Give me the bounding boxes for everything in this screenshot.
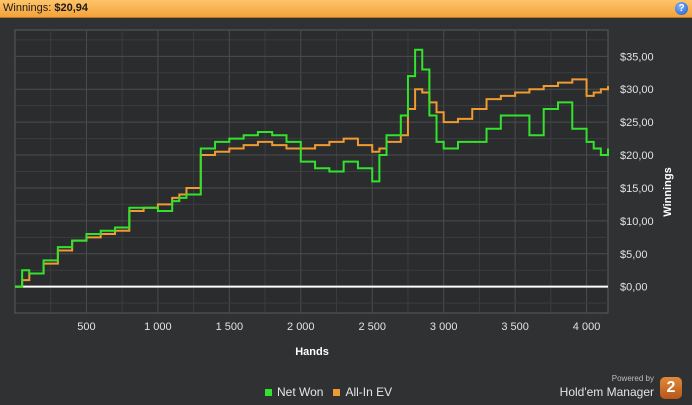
- y-axis-title: Winnings: [662, 167, 674, 216]
- y-tick-label: $15,00: [620, 183, 654, 195]
- x-tick-label: 3 000: [430, 321, 458, 333]
- winnings-value: $20,94: [54, 2, 89, 14]
- x-tick-label: 3 500: [501, 321, 529, 333]
- x-axis-title: Hands: [295, 346, 329, 358]
- winnings-chart: 500 1 000 1 500 2 000 2 500 3 000 3 500 4 000 $…: [14, 29, 674, 358]
- y-tick-label: $25,00: [620, 117, 654, 129]
- y-axis: $0,00 $5,00 $10,00 $15,00 $20,00 $25,00 $30,00…: [620, 51, 654, 293]
- branding: Powered by Hold'em Manager 2: [556, 374, 686, 402]
- gridlines: [15, 30, 608, 313]
- y-tick-label: $20,00: [620, 150, 654, 162]
- x-tick-label: 2 500: [358, 321, 386, 333]
- legend-item-net-won[interactable]: Net Won: [265, 385, 323, 399]
- x-tick-label: 1 500: [216, 321, 244, 333]
- legend-swatch-net-won: [265, 388, 272, 396]
- legend: Net Won All-In EV: [265, 385, 392, 399]
- winnings-header: Winnings: $20,94 ?: [0, 0, 692, 18]
- y-tick-label: $30,00: [620, 84, 654, 96]
- legend-label-all-in-ev: All-In EV: [345, 385, 393, 399]
- legend-label-net-won: Net Won: [277, 385, 324, 399]
- x-tick-label: 1 000: [144, 321, 172, 333]
- winnings-label: Winnings: $20,94: [3, 2, 88, 14]
- y-tick-label: $0,00: [620, 282, 648, 294]
- y-tick-label: $5,00: [620, 249, 648, 261]
- y-tick-label: $35,00: [620, 51, 654, 63]
- x-tick-label: 2 000: [287, 321, 315, 333]
- legend-swatch-all-in-ev: [333, 388, 341, 396]
- winnings-caption: Winnings:: [3, 2, 52, 14]
- x-tick-label: 4 000: [573, 321, 601, 333]
- help-icon[interactable]: ?: [675, 2, 688, 15]
- y-tick-label: $10,00: [620, 216, 654, 228]
- legend-item-all-in-ev[interactable]: All-In EV: [333, 385, 392, 399]
- holdem-manager-logo: 2: [660, 377, 682, 399]
- brand-name: Hold'em Manager: [559, 385, 654, 399]
- x-tick-label: 500: [77, 321, 95, 333]
- powered-by-text: Powered by: [611, 374, 654, 383]
- x-axis: 500 1 000 1 500 2 000 2 500 3 000 3 500 4 000: [77, 321, 600, 333]
